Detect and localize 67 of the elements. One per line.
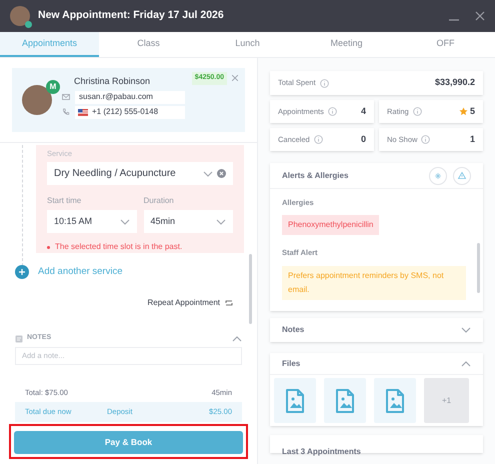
tab[interactable]: OFF: [396, 32, 495, 57]
chevron-up-icon[interactable]: [461, 360, 471, 366]
bullet-icon: [47, 246, 50, 248]
image-file-icon: [285, 388, 305, 412]
membership-badge: M: [46, 80, 60, 94]
tab[interactable]: Appointments: [0, 32, 99, 57]
allergy-tag: Phenoxymethylpenicillin: [282, 215, 380, 236]
flag-icon: [78, 108, 88, 116]
scrollbar: [477, 243, 480, 293]
chevron-down-icon[interactable]: [461, 327, 471, 333]
snowflake-icon[interactable]: [429, 166, 447, 184]
file-thumbnail[interactable]: [274, 378, 316, 423]
time-select[interactable]: 10:15 AM: [47, 210, 136, 233]
file-thumbnail[interactable]: [374, 378, 416, 423]
window-title: New Appointment: Friday 17 Jul 2026: [38, 8, 224, 24]
stat-value: 5: [470, 104, 475, 118]
info-icon: [412, 107, 422, 116]
scrollbar: [249, 254, 252, 324]
caret-icon: [120, 218, 130, 224]
info-icon: [314, 135, 323, 144]
field-label: Start time: [47, 195, 82, 207]
info-icon: [320, 78, 329, 88]
info-icon: [328, 107, 337, 116]
card-title: Last 3 Appointments: [282, 447, 361, 456]
card-title: Alerts & Allergies: [282, 170, 350, 182]
chevron-up-icon[interactable]: [232, 336, 242, 342]
stat-value: 4: [360, 104, 366, 118]
phone-number: +1 (212) 555-0148: [92, 106, 158, 118]
caret-icon: [203, 170, 213, 177]
stat-value: 0: [360, 132, 366, 146]
caret-icon: [216, 218, 226, 224]
avatar: [10, 6, 30, 26]
card-title: Files: [282, 358, 302, 370]
image-file-icon: [385, 388, 405, 412]
phone-icon: [62, 108, 70, 116]
tab[interactable]: Class: [99, 32, 198, 57]
client-name: Christina Robinson: [74, 75, 152, 88]
plus-icon[interactable]: [15, 265, 29, 280]
star-icon: [458, 107, 468, 116]
email-field[interactable]: susan.r@pabau.com: [75, 90, 185, 104]
phone-field[interactable]: +1 (212) 555-0148: [75, 106, 185, 119]
card-title: Notes: [282, 324, 306, 336]
service-select[interactable]: Dry Needling / Acupuncture: [47, 162, 233, 185]
warning-icon[interactable]: [453, 166, 471, 184]
notes-card[interactable]: Notes: [270, 318, 483, 342]
repeat-icon[interactable]: [225, 300, 233, 306]
add-service-link[interactable]: Add another service: [38, 265, 122, 280]
client-photo-placeholder: [22, 85, 52, 115]
tab[interactable]: Lunch: [198, 32, 297, 57]
field-label: Duration: [144, 195, 175, 207]
stat-value: $33,990.2: [434, 76, 475, 90]
stat-value: 1: [470, 132, 475, 146]
error-message: The selected time slot is in the past.: [55, 241, 182, 253]
mail-icon: [62, 94, 70, 100]
more-files-tile[interactable]: +1: [424, 378, 469, 423]
tab[interactable]: Meeting: [297, 32, 396, 57]
close-icon[interactable]: [232, 75, 238, 81]
image-file-icon: [335, 388, 355, 412]
close-icon[interactable]: [475, 11, 485, 21]
repeat-appointment-link[interactable]: Repeat Appointment: [148, 297, 220, 310]
staff-alert-message: Prefers appointment reminders by SMS, not email.: [282, 266, 466, 300]
clear-icon[interactable]: [217, 169, 226, 178]
pay-book-button[interactable]: Pay & Book: [14, 430, 243, 454]
note-icon: [15, 334, 23, 342]
time-select[interactable]: 45min: [144, 210, 233, 233]
file-thumbnail[interactable]: [324, 378, 366, 423]
info-icon: [421, 135, 430, 144]
